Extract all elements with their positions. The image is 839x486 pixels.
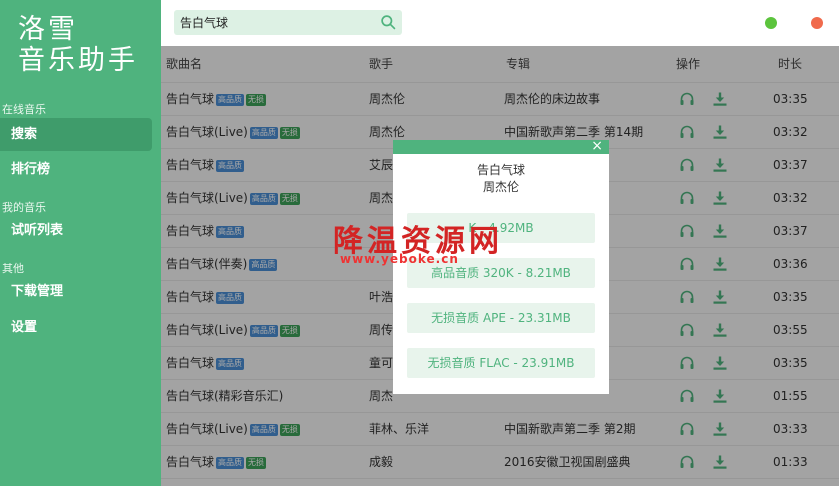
sidebar-item-downloads[interactable]: 下载管理 — [0, 275, 152, 308]
sidebar-item-search[interactable]: 搜索 — [0, 118, 152, 151]
modal-header: × — [393, 139, 609, 154]
section-other: 其他 — [2, 262, 24, 275]
modal-song-artist: 周杰伦 — [482, 180, 519, 194]
section-online-music: 在线音乐 — [2, 103, 46, 116]
search-icon[interactable] — [380, 14, 397, 31]
close-icon[interactable]: × — [591, 139, 603, 154]
download-quality-modal: × 告白气球 周杰伦 K - 4.92MB 高品音质 320K - 8.21MB… — [393, 139, 609, 394]
minimize-button[interactable] — [765, 17, 777, 29]
top-bar — [161, 0, 839, 46]
app-logo: 洛雪 音乐助手 — [18, 14, 138, 76]
logo-line2: 音乐助手 — [18, 45, 138, 76]
search-input[interactable] — [174, 10, 374, 35]
logo-line1: 洛雪 — [18, 14, 78, 45]
section-my-music: 我的音乐 — [2, 201, 46, 214]
search-box — [174, 10, 402, 35]
quality-option-flac[interactable]: 无损音质 FLAC - 23.91MB — [407, 348, 595, 378]
sidebar-item-playlist[interactable]: 试听列表 — [0, 214, 152, 247]
modal-song-title: 告白气球 — [476, 163, 525, 177]
close-button[interactable] — [811, 17, 823, 29]
quality-option-ape[interactable]: 无损音质 APE - 23.31MB — [407, 303, 595, 333]
sidebar: 洛雪 音乐助手 在线音乐 搜索 排行榜 我的音乐 试听列表 其他 下载管理 设置 — [0, 0, 161, 486]
sidebar-item-settings[interactable]: 设置 — [0, 311, 152, 344]
sidebar-item-charts[interactable]: 排行榜 — [0, 153, 152, 186]
watermark-url: www.yeboke.cn — [340, 252, 459, 266]
